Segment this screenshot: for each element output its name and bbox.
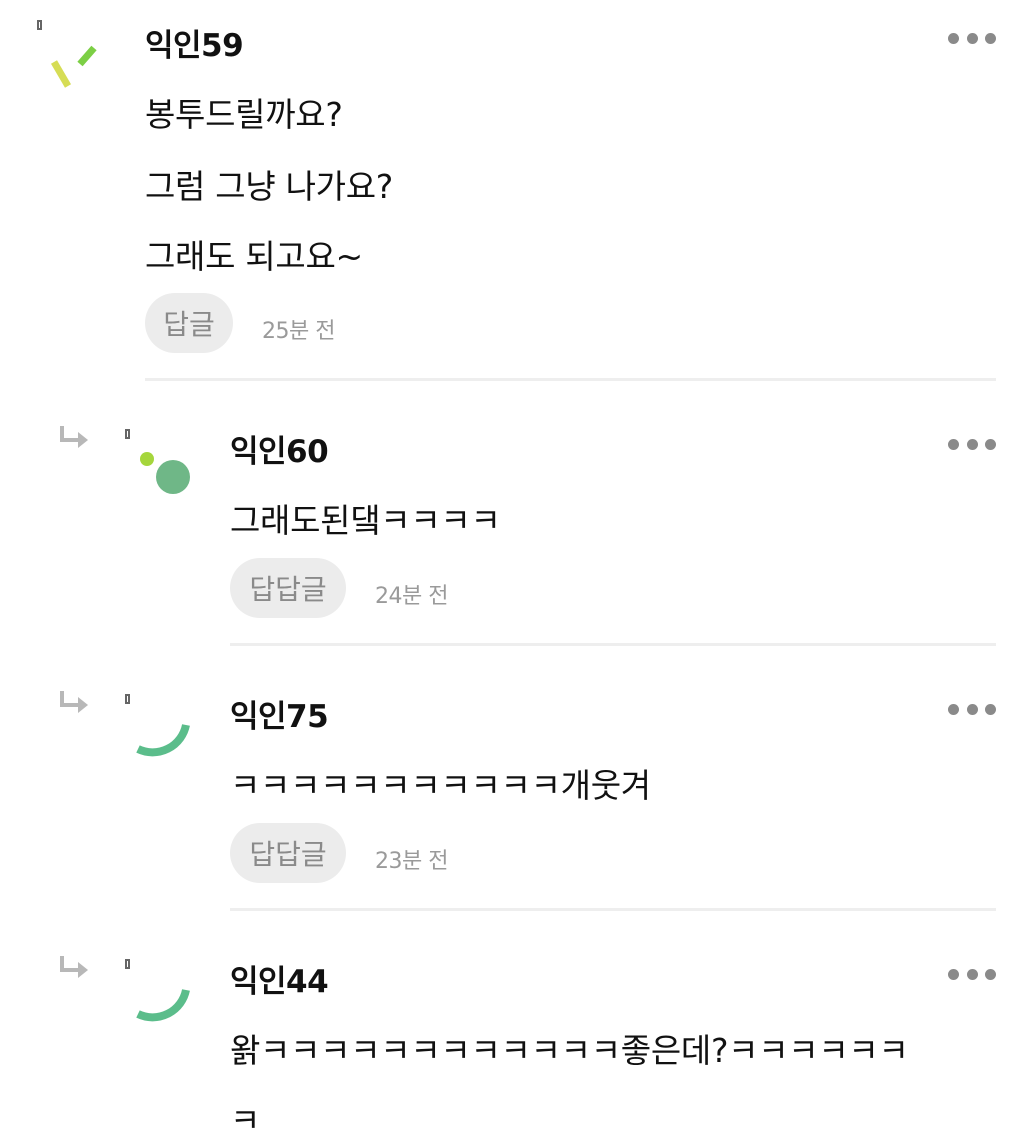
dot-icon [985,703,996,715]
dot-icon [985,438,996,450]
arc-avatar-icon[interactable] [134,705,198,769]
avatar-badge-icon [37,20,42,30]
divider [145,378,996,381]
timestamp: 25분 전 [262,319,335,344]
author-nickname[interactable]: 익인75 [230,691,329,736]
comment-text-line: ㅋㅋㅋㅋㅋㅋㅋㅋㅋㅋㅋ개웃겨 [230,766,651,805]
dot-icon [948,968,959,980]
comment-text-line: 봉투드릴까요? [145,95,343,134]
dot-icon [966,703,978,715]
comment-text-line: 그래도 되고요~ [145,237,363,276]
dot-icon [966,968,978,980]
author-nickname[interactable]: 익인44 [230,956,329,1001]
reply-arrow-icon [60,691,88,713]
arc-avatar-icon[interactable] [134,970,198,1034]
comment-text-line: ㅋ [230,1101,261,1136]
divider [230,908,996,911]
comment-text-line: 그럼 그냥 나가요? [145,167,394,206]
reply-arrow-icon [60,956,88,978]
more-options-button[interactable] [948,699,996,719]
timestamp: 24분 전 [375,584,448,609]
dot-icon [948,32,959,44]
comment-text-line: 왉ㅋㅋㅋㅋㅋㅋㅋㅋㅋㅋㅋㅋ좋은데?ㅋㅋㅋㅋㅋㅋ [230,1031,909,1070]
dot-icon [966,32,978,44]
comment-text-line: 그래도된댘ㅋㅋㅋㅋ [230,501,501,540]
reply-arrow-icon [60,426,88,448]
comment-thread: 익인59 봉투드릴까요? 그럼 그냥 나가요? 그래도 되고요~ 답글 25분 … [0,0,1024,1136]
reply-button[interactable]: 답글 [145,293,233,353]
author-nickname[interactable]: 익인60 [230,426,329,471]
dot-icon [985,968,996,980]
author-nickname[interactable]: 익인59 [145,20,244,65]
dot-icon [948,438,959,450]
timestamp: 23분 전 [375,849,448,874]
more-options-button[interactable] [948,434,996,454]
dots-avatar-icon[interactable] [134,440,198,504]
dot-icon [985,32,996,44]
dot-icon [966,438,978,450]
reply-button[interactable]: 답답글 [230,823,346,883]
avatar-badge-icon [125,694,130,704]
confetti-avatar-icon[interactable] [46,40,110,104]
avatar-badge-icon [125,959,130,969]
dot-icon [948,703,959,715]
divider [230,643,996,646]
reply-button[interactable]: 답답글 [230,558,346,618]
more-options-button[interactable] [948,964,996,984]
more-options-button[interactable] [948,28,996,48]
avatar-badge-icon [125,429,130,439]
